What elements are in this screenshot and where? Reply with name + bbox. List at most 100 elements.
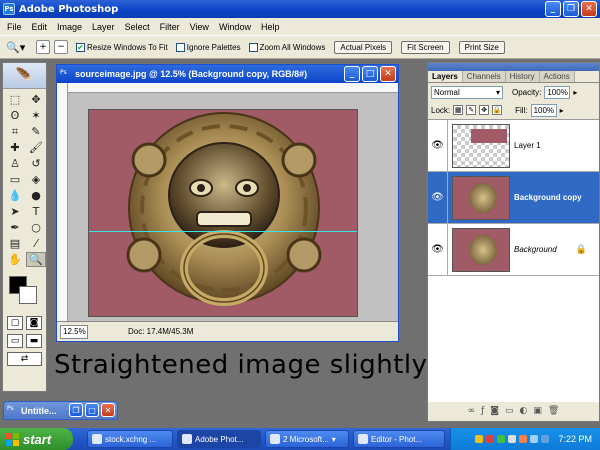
standard-mode-icon[interactable]: ▢ bbox=[7, 316, 23, 330]
horizontal-ruler[interactable] bbox=[68, 83, 398, 93]
minimized-document[interactable]: Ps Untitle... ❐ □ ✕ bbox=[3, 401, 118, 420]
document-size-info[interactable]: Doc: 17.4M/45.3M bbox=[128, 327, 193, 336]
task-editor[interactable]: Editor - Phot... bbox=[353, 430, 445, 448]
min-maximize-button[interactable]: □ bbox=[85, 403, 99, 417]
layer-set-icon[interactable]: ▭ bbox=[505, 406, 514, 416]
zoom-all-checkbox[interactable]: Zoom All Windows bbox=[248, 42, 325, 52]
zoom-out-icon[interactable]: − bbox=[54, 40, 68, 54]
guide-line[interactable] bbox=[89, 231, 357, 232]
delete-layer-icon[interactable]: 🗑 bbox=[548, 406, 559, 416]
fit-screen-button[interactable]: Fit Screen bbox=[401, 40, 450, 54]
feather-icon[interactable]: 🪶 bbox=[3, 63, 46, 89]
opacity-field[interactable]: 100% bbox=[544, 85, 571, 99]
tray-icon[interactable] bbox=[508, 435, 517, 443]
lock-position-icon[interactable]: ✥ bbox=[479, 105, 490, 115]
min-restore-button[interactable]: ❐ bbox=[69, 403, 83, 417]
resize-windows-checkbox[interactable]: ✔ Resize Windows To Fit bbox=[76, 42, 168, 52]
menu-file[interactable]: File bbox=[2, 22, 27, 32]
doc-minimize-button[interactable]: _ bbox=[344, 66, 360, 82]
move-tool-icon[interactable]: ✥ bbox=[26, 92, 46, 107]
task-word[interactable]: 2 Microsoft... ▾ bbox=[265, 430, 349, 448]
history-brush-icon[interactable]: ↺ bbox=[26, 156, 46, 171]
screen-mode-standard-icon[interactable]: ▭ bbox=[7, 334, 23, 348]
canvas-area[interactable] bbox=[68, 93, 398, 321]
quick-mask-icon[interactable]: ◙ bbox=[26, 316, 42, 330]
background-color[interactable] bbox=[19, 286, 37, 304]
tab-channels[interactable]: Channels bbox=[462, 71, 506, 82]
lock-pixels-icon[interactable]: ✎ bbox=[466, 105, 477, 115]
chevron-right-icon[interactable]: ▸ bbox=[560, 106, 564, 115]
tray-icon[interactable] bbox=[530, 435, 539, 443]
lock-all-icon[interactable]: 🔒 bbox=[492, 105, 503, 115]
clock[interactable]: 7:22 PM bbox=[558, 434, 592, 444]
layer-row-layer-1[interactable]: 👁 Layer 1 bbox=[428, 119, 599, 172]
crop-tool-icon[interactable]: ⌗ bbox=[5, 124, 25, 139]
add-mask-icon[interactable]: ◙ bbox=[490, 406, 499, 416]
slice-tool-icon[interactable]: ✎ bbox=[26, 124, 46, 139]
blur-tool-icon[interactable]: 💧 bbox=[5, 188, 25, 203]
menu-help[interactable]: Help bbox=[256, 22, 285, 32]
lasso-tool-icon[interactable]: ʘ bbox=[5, 108, 25, 123]
marquee-tool-icon[interactable]: ⬚ bbox=[5, 92, 25, 107]
vertical-ruler[interactable] bbox=[57, 83, 68, 321]
zoom-tool-preset-icon[interactable]: 🔍▾ bbox=[6, 41, 32, 54]
clone-stamp-icon[interactable]: ♙ bbox=[5, 156, 25, 171]
zoom-in-icon[interactable]: + bbox=[36, 40, 50, 54]
blend-mode-select[interactable]: Normal ▾ bbox=[431, 85, 503, 99]
menu-image[interactable]: Image bbox=[52, 22, 87, 32]
tray-icon[interactable] bbox=[519, 435, 528, 443]
path-select-icon[interactable]: ➤ bbox=[5, 204, 25, 219]
adjustment-layer-icon[interactable]: ◐ bbox=[520, 406, 528, 416]
eraser-tool-icon[interactable]: ▭ bbox=[5, 172, 25, 187]
print-size-button[interactable]: Print Size bbox=[458, 40, 505, 54]
zoom-tool-icon[interactable]: 🔍 bbox=[26, 252, 46, 267]
chevron-right-icon[interactable]: ▸ bbox=[573, 88, 577, 97]
pen-tool-icon[interactable]: ✒ bbox=[5, 220, 25, 235]
ignore-palettes-checkbox[interactable]: Ignore Palettes bbox=[175, 42, 241, 52]
hand-tool-icon[interactable]: ✋ bbox=[5, 252, 25, 267]
healing-brush-icon[interactable]: ✚ bbox=[5, 140, 25, 155]
type-tool-icon[interactable]: T bbox=[26, 204, 46, 219]
start-button[interactable]: start bbox=[0, 428, 73, 450]
layer-row-background[interactable]: 👁 Background 🔒 bbox=[428, 223, 599, 276]
task-browser[interactable]: stock.xchng ... bbox=[87, 430, 173, 448]
screen-mode-full-icon[interactable]: ▬ bbox=[26, 334, 42, 348]
eye-icon[interactable]: 👁 bbox=[428, 223, 448, 276]
brush-tool-icon[interactable]: 🖌 bbox=[26, 140, 46, 155]
zoom-level-field[interactable]: 12.5% bbox=[60, 324, 88, 339]
layer-row-background-copy[interactable]: 👁 Background copy bbox=[428, 171, 599, 224]
new-layer-icon[interactable]: ▣ bbox=[533, 406, 542, 416]
layer-name[interactable]: Background copy bbox=[514, 193, 582, 202]
tray-icon[interactable] bbox=[497, 435, 506, 443]
doc-maximize-button[interactable]: □ bbox=[362, 66, 378, 82]
layer-name[interactable]: Layer 1 bbox=[514, 141, 541, 150]
tray-icon[interactable] bbox=[475, 435, 484, 443]
magic-wand-icon[interactable]: ✶ bbox=[26, 108, 46, 123]
menu-edit[interactable]: Edit bbox=[27, 22, 53, 32]
layer-style-icon[interactable]: ƒ bbox=[481, 406, 484, 416]
paint-bucket-icon[interactable]: ◈ bbox=[26, 172, 46, 187]
task-photoshop[interactable]: Adobe Phot... bbox=[177, 430, 261, 448]
doc-close-button[interactable]: ✕ bbox=[380, 66, 396, 82]
menu-view[interactable]: View bbox=[185, 22, 214, 32]
restore-button[interactable]: ❐ bbox=[563, 1, 579, 17]
tab-layers[interactable]: Layers bbox=[428, 71, 463, 82]
menu-window[interactable]: Window bbox=[214, 22, 256, 32]
menu-filter[interactable]: Filter bbox=[155, 22, 185, 32]
fill-field[interactable]: 100% bbox=[530, 103, 557, 117]
jump-to-imageready-icon[interactable]: ⇄ bbox=[7, 352, 42, 366]
tray-icon[interactable] bbox=[541, 435, 550, 443]
tab-history[interactable]: History bbox=[505, 71, 540, 82]
tab-actions[interactable]: Actions bbox=[539, 71, 575, 82]
document-titlebar[interactable]: Ps sourceimage.jpg @ 12.5% (Background c… bbox=[57, 65, 398, 83]
tray-icon[interactable] bbox=[486, 435, 495, 443]
palette-drag-bar[interactable] bbox=[428, 63, 599, 71]
menu-select[interactable]: Select bbox=[120, 22, 155, 32]
actual-pixels-button[interactable]: Actual Pixels bbox=[334, 40, 393, 54]
notes-tool-icon[interactable]: ▤ bbox=[5, 236, 25, 251]
eyedropper-icon[interactable]: ⁄ bbox=[26, 236, 46, 251]
eye-icon[interactable]: 👁 bbox=[428, 119, 448, 172]
eye-icon[interactable]: 👁 bbox=[428, 171, 448, 224]
minimize-button[interactable]: _ bbox=[545, 1, 561, 17]
menu-layer[interactable]: Layer bbox=[87, 22, 120, 32]
